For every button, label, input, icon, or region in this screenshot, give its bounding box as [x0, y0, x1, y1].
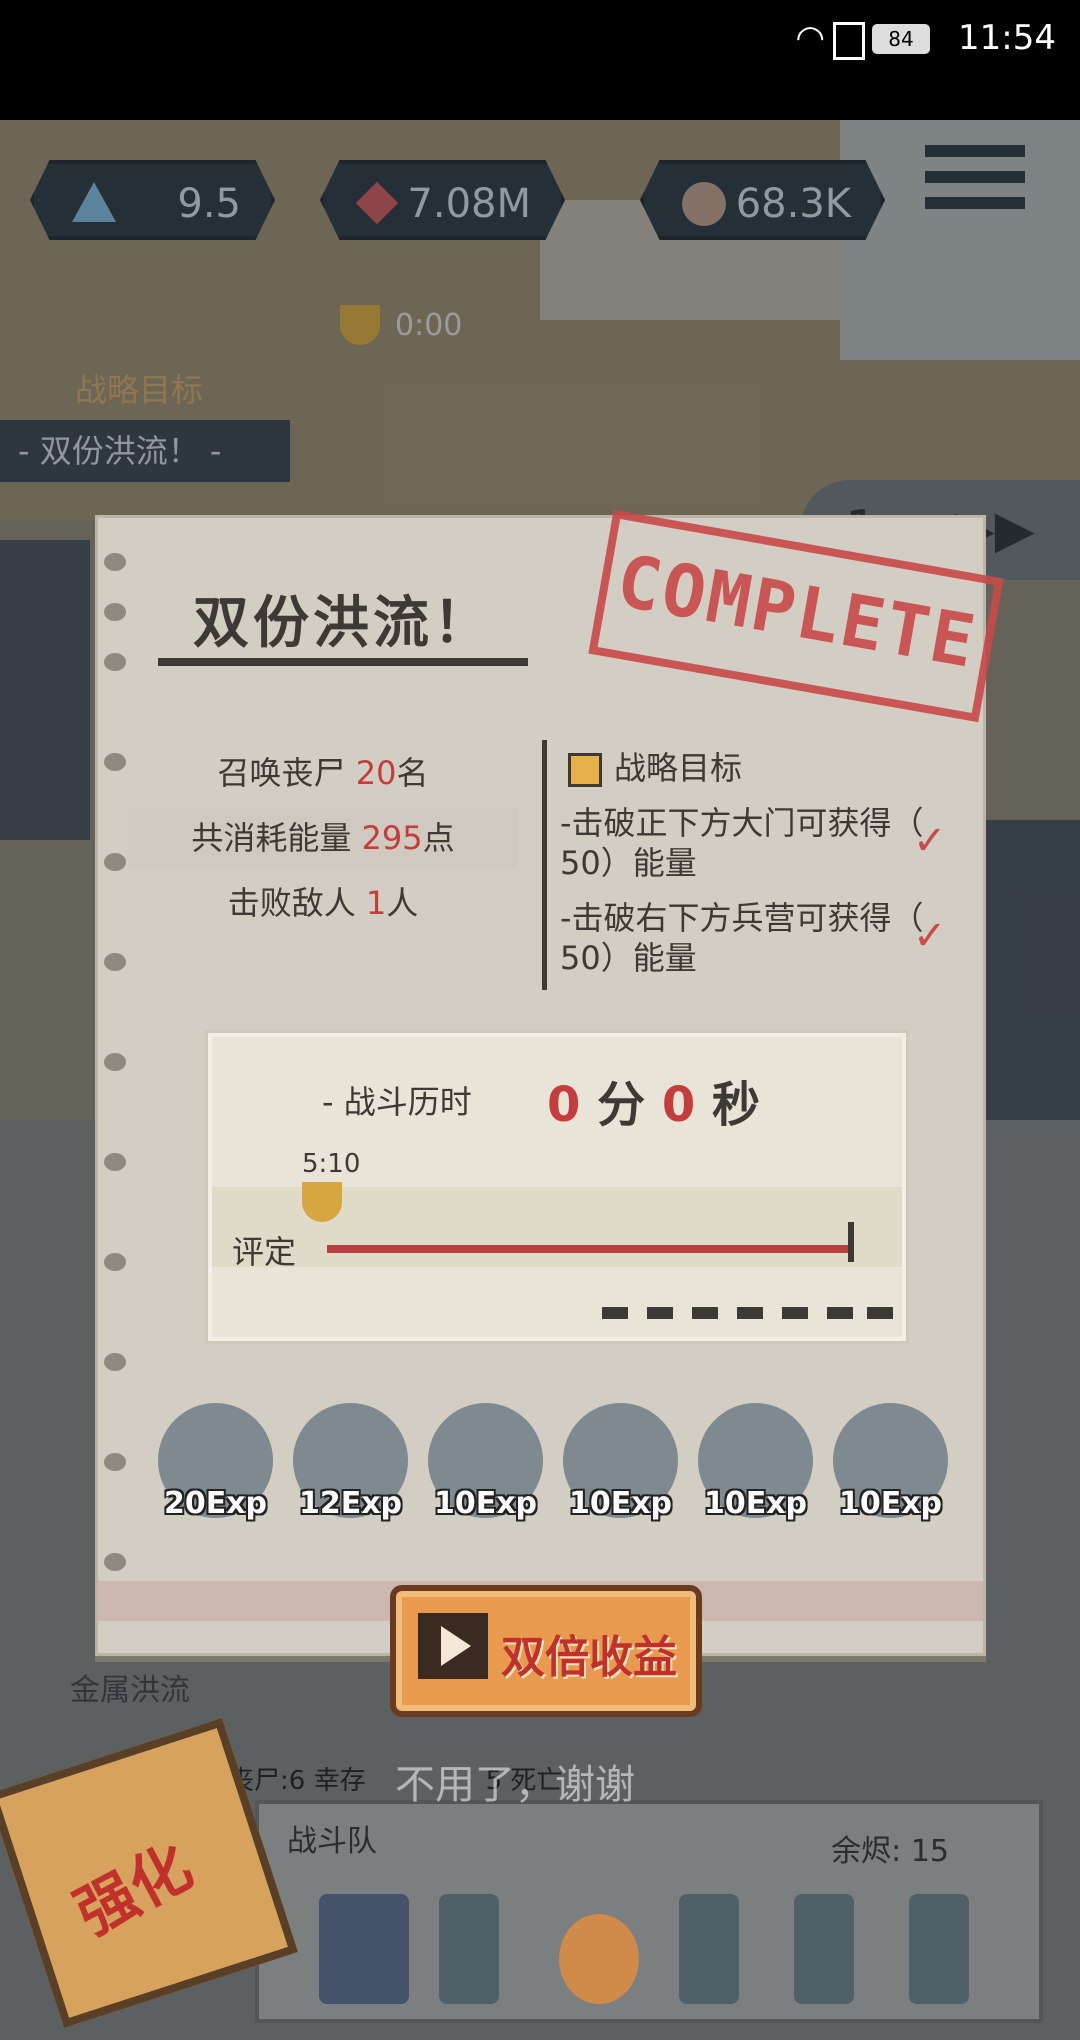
unit-slot[interactable] [439, 1894, 499, 2004]
complete-stamp: COMPLETE [588, 509, 1004, 723]
check-icon: ✓ [913, 913, 947, 959]
objective-2: -击破右下方兵营可获得（ 50）能量 [560, 899, 924, 977]
unit-slot[interactable] [319, 1894, 409, 2004]
status-bar: ◠ 84 11:54 [0, 0, 1080, 120]
stat-value: 20 [355, 754, 397, 792]
result-title: 双份洪流！ [193, 591, 493, 656]
trophy-time: 5:10 [302, 1149, 361, 1179]
exp-unit-4: 10Exp [563, 1403, 678, 1521]
paper-hole [104, 553, 126, 571]
stat-value: 295 [361, 819, 423, 857]
check-icon: ✓ [913, 818, 947, 864]
paper-hole [104, 653, 126, 671]
unit-slot[interactable] [794, 1894, 854, 2004]
stat-energy: 共消耗能量 295点 [128, 808, 518, 868]
exp-label: 10Exp [838, 1486, 943, 1521]
paper-hole [104, 1253, 126, 1271]
rating-bar-end [848, 1222, 854, 1262]
wifi-icon: ◠ [795, 18, 825, 58]
exp-unit-1: 20Exp [158, 1403, 273, 1521]
paper-hole [104, 1553, 126, 1571]
stat-zombies: 召唤丧尸 20名 [128, 743, 518, 803]
no-thanks-button[interactable]: 不用了，谢谢 [395, 1752, 635, 1810]
exp-label: 10Exp [703, 1486, 808, 1521]
battle-time-value: 0 分 0 秒 [547, 1065, 760, 1135]
rating-bar [327, 1245, 852, 1253]
play-icon [441, 1626, 471, 1666]
exp-unit-2: 12Exp [293, 1403, 408, 1521]
stat-enemies: 击败敌人 1人 [128, 873, 518, 933]
exp-label: 12Exp [298, 1486, 403, 1521]
dash [602, 1307, 628, 1319]
exp-label: 10Exp [568, 1486, 673, 1521]
exp-label: 20Exp [163, 1486, 268, 1521]
dash [827, 1307, 853, 1319]
stat-value: 1 [365, 884, 387, 922]
paper-hole [104, 603, 126, 621]
double-reward-button[interactable]: 双倍收益 [390, 1585, 702, 1717]
unit-slot[interactable] [679, 1894, 739, 2004]
dash [647, 1307, 673, 1319]
battle-time-card: - 战斗历时 0 分 0 秒 5:10 评定 [208, 1033, 906, 1341]
stat-unit: 人 [386, 884, 419, 922]
team-label: 战斗队 [287, 1824, 377, 1859]
stat-unit: 点 [422, 819, 455, 857]
dash [867, 1307, 893, 1319]
trophy-icon [302, 1182, 342, 1222]
paper-hole [104, 1453, 126, 1471]
seconds-value: 0 [661, 1077, 696, 1133]
unit-slot[interactable] [559, 1914, 639, 2004]
minutes-value: 0 [547, 1077, 581, 1133]
stats-list: 召唤丧尸 20名 共消耗能量 295点 击败敌人 1人 [98, 733, 548, 1003]
battle-time-label: - 战斗历时 [322, 1083, 472, 1121]
stat-label: 共消耗能量 [191, 819, 362, 857]
paper-hole [104, 1153, 126, 1171]
exp-label: 10Exp [433, 1486, 538, 1521]
objectives-header: 战略目标 [568, 743, 742, 789]
remaining-embers: 余烬: 15 [831, 1834, 949, 1869]
dash [692, 1307, 718, 1319]
target-icon [568, 753, 602, 787]
clock: 11:54 [958, 18, 1056, 58]
unit-stats-head: 丧尸:6 幸存 [228, 1766, 366, 1796]
team-panel: 战斗队 余烬: 15 [255, 1800, 1043, 2023]
stat-label: 击败敌人 [227, 884, 366, 922]
divider [542, 740, 547, 990]
paper-hole [104, 1053, 126, 1071]
dash [782, 1307, 808, 1319]
title-underline [158, 658, 528, 666]
exp-unit-6: 10Exp [833, 1403, 948, 1521]
stat-unit: 名 [396, 754, 429, 792]
enhance-label: 强化 [64, 1831, 204, 1950]
paper-hole [104, 1353, 126, 1371]
no-sim-icon [833, 22, 865, 60]
seconds-unit: 秒 [711, 1077, 760, 1133]
double-reward-label: 双倍收益 [501, 1632, 677, 1683]
skill-label: 金属洪流 [70, 1673, 190, 1708]
rating-label: 评定 [232, 1233, 297, 1271]
dash [737, 1307, 763, 1319]
stat-label: 召唤丧尸 [217, 754, 356, 792]
exp-unit-3: 10Exp [428, 1403, 543, 1521]
minutes-unit: 分 [597, 1077, 646, 1133]
unit-slot[interactable] [909, 1894, 969, 2004]
result-panel: 双份洪流！ COMPLETE 召唤丧尸 20名 共消耗能量 295点 击败敌人 … [95, 509, 1004, 1656]
battery-indicator: 84 [872, 24, 930, 54]
objective-1: -击破正下方大门可获得（ 50）能量 [560, 804, 924, 882]
objectives-title: 战略目标 [614, 749, 743, 787]
exp-unit-5: 10Exp [698, 1403, 813, 1521]
